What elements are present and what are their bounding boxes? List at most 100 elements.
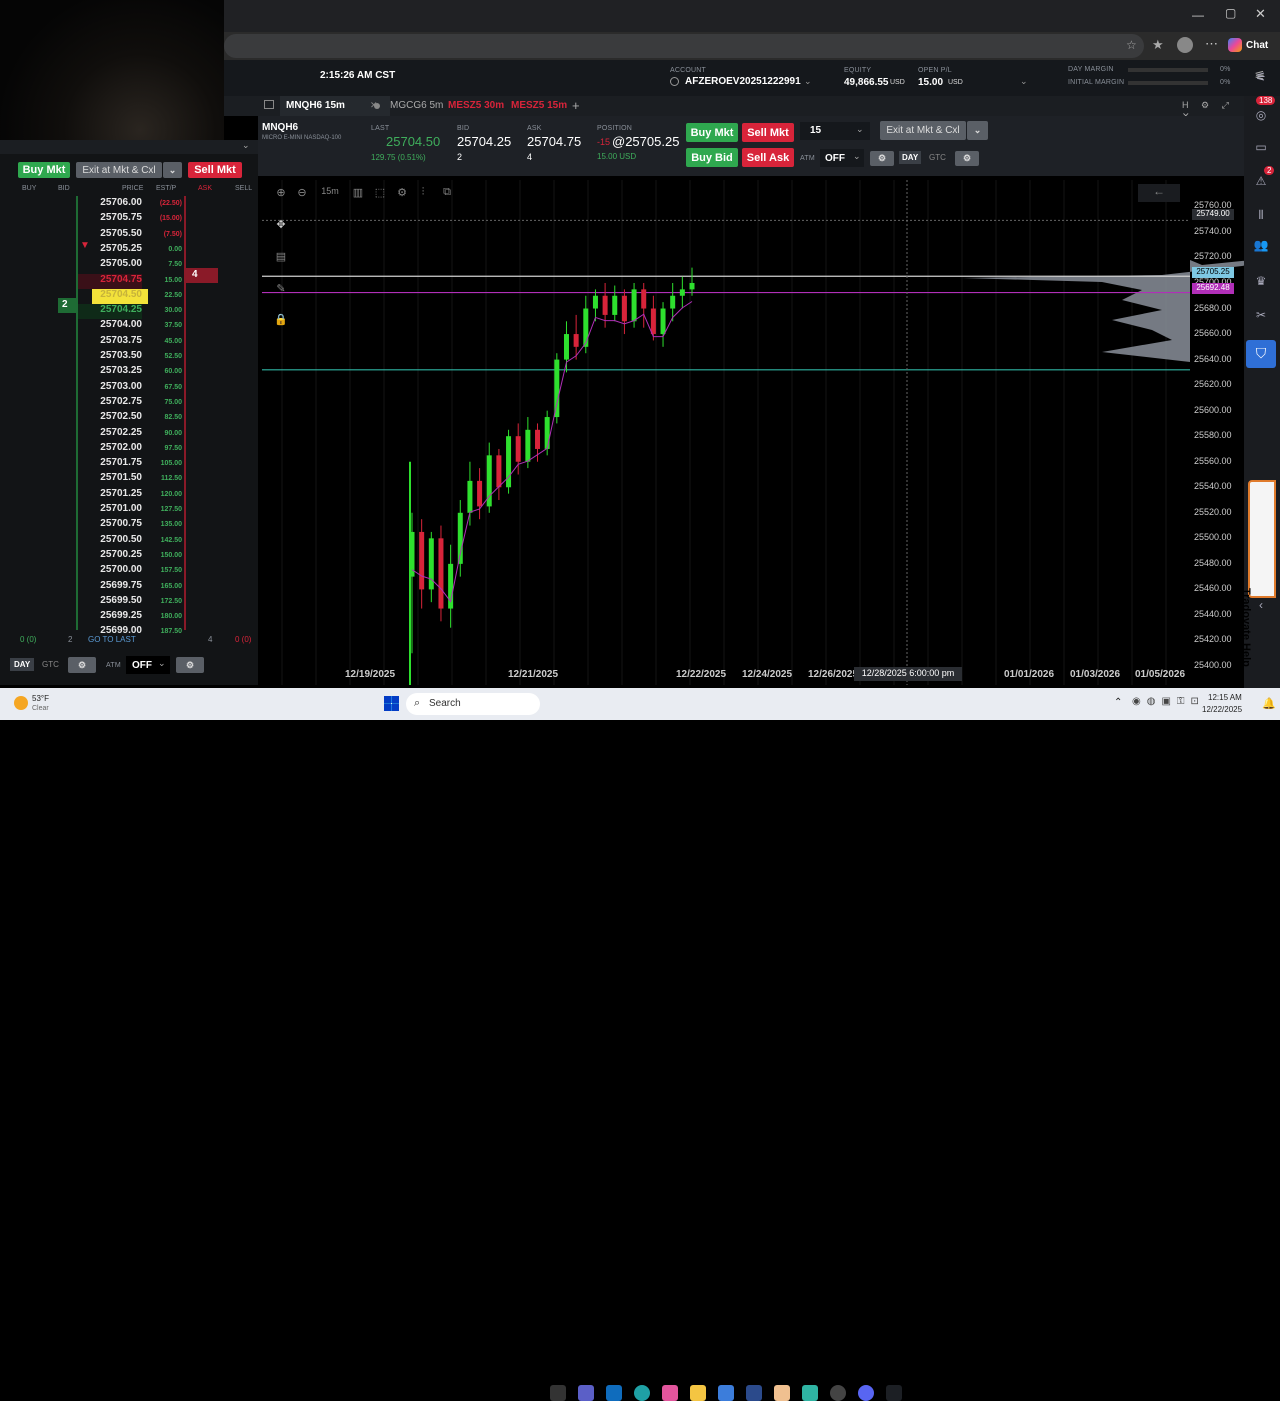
more-icon[interactable]: ⋯: [1205, 36, 1218, 52]
dom-row[interactable]: 25703.75 45.00: [0, 335, 258, 350]
dom-row[interactable]: 25705.50 (7.50): [0, 228, 258, 243]
gear-icon[interactable]: ⚙: [395, 186, 409, 200]
dom-row[interactable]: 25702.50 82.50: [0, 411, 258, 426]
dom-row[interactable]: 25705.75 (15.00): [0, 212, 258, 227]
price-chart[interactable]: [262, 180, 1244, 685]
sell-mkt-button[interactable]: Sell Mkt: [742, 123, 794, 142]
dom-row[interactable]: 25704.75 15.00: [0, 273, 258, 289]
chevron-down-icon[interactable]: ⌄: [242, 140, 250, 151]
weather-temp[interactable]: 53°F: [32, 694, 49, 703]
users-icon[interactable]: 👥: [1252, 238, 1270, 252]
file-explorer-icon[interactable]: [690, 1385, 706, 1401]
tif-gtc[interactable]: GTC: [929, 153, 946, 162]
outlook-icon[interactable]: [606, 1385, 622, 1401]
url-field[interactable]: [224, 34, 1144, 58]
chevron-down-icon[interactable]: ⌄: [1020, 76, 1028, 87]
settings-sliders-icon[interactable]: ⚟: [1252, 70, 1270, 84]
favorites-icon[interactable]: ★: [1152, 37, 1164, 53]
shield-button[interactable]: ⛉: [1246, 340, 1276, 368]
dom-buy-mkt-button[interactable]: Buy Mkt: [18, 162, 70, 178]
tif-settings-button[interactable]: ⚙: [955, 151, 979, 166]
dom-row[interactable]: 25705.00 7.50: [0, 258, 258, 273]
trophy-icon[interactable]: ♛: [1252, 274, 1270, 288]
zoom-in-icon[interactable]: ⊕: [274, 186, 288, 200]
crosshair-tool-icon[interactable]: ✥: [274, 218, 288, 232]
layout-icon[interactable]: ⧉: [440, 186, 454, 200]
dom-row[interactable]: 25703.25 60.00: [0, 365, 258, 380]
close-icon[interactable]: ✕: [1255, 6, 1266, 22]
taskbar-search[interactable]: ⌕ Search: [406, 693, 540, 715]
quantity-select[interactable]: 15 ⌄: [800, 122, 870, 140]
copilot-app-icon[interactable]: [662, 1385, 678, 1401]
tab-mgcg6[interactable]: MGCG6 5m: [390, 100, 443, 111]
chatgpt-icon[interactable]: [830, 1385, 846, 1401]
close-tab-icon[interactable]: ✕: [370, 100, 378, 111]
exit-dropdown-button[interactable]: ⌄: [967, 121, 988, 140]
dom-row[interactable]: 25700.00 157.50: [0, 564, 258, 579]
chat-button[interactable]: Chat: [1228, 35, 1276, 55]
select-icon[interactable]: ⬚: [373, 186, 387, 200]
dom-row[interactable]: 25706.00 (22.50): [0, 197, 258, 212]
dom-tif-day[interactable]: DAY: [10, 658, 35, 671]
chevron-up-icon[interactable]: ⌃: [1114, 697, 1122, 708]
dom-tif-gtc[interactable]: GTC: [42, 660, 59, 669]
dom-row[interactable]: 25699.75 165.00: [0, 580, 258, 595]
dom-row[interactable]: 25701.50 112.50: [0, 472, 258, 487]
atm-settings-button[interactable]: ⚙: [870, 151, 894, 166]
dom-row[interactable]: 25704.25 30.00: [0, 304, 258, 320]
dom-row[interactable]: 25701.75 105.00: [0, 457, 258, 472]
dom-row[interactable]: 25703.50 52.50: [0, 350, 258, 365]
app-icon[interactable]: [774, 1385, 790, 1401]
tools-icon[interactable]: ✂: [1252, 308, 1270, 322]
start-icon[interactable]: [384, 696, 399, 711]
sell-ask-button[interactable]: Sell Ask: [742, 148, 794, 167]
buy-bid-button[interactable]: Buy Bid: [686, 148, 738, 167]
go-to-last-button[interactable]: GO TO LAST: [88, 635, 136, 644]
exit-at-mkt-button[interactable]: Exit at Mkt & Cxl: [880, 121, 966, 140]
maximize-icon[interactable]: ▢: [1225, 6, 1236, 20]
app-icon[interactable]: [802, 1385, 818, 1401]
globe-icon[interactable]: ◎: [1252, 108, 1270, 122]
add-tab-icon[interactable]: +: [572, 98, 580, 113]
help-button[interactable]: Tradovate Help: [1240, 480, 1276, 667]
atm-select[interactable]: OFF ⌄: [820, 149, 864, 167]
discord-icon[interactable]: [858, 1385, 874, 1401]
tool-icon[interactable]: [718, 1385, 734, 1401]
lock-icon[interactable]: 🔒: [274, 313, 288, 327]
dom-row[interactable]: 25701.00 127.50: [0, 503, 258, 518]
interval-icon[interactable]: 15m: [320, 186, 340, 200]
minimize-icon[interactable]: —: [1192, 8, 1204, 22]
chart-canvas[interactable]: [262, 180, 1244, 685]
columns-icon[interactable]: ⫴: [1252, 208, 1270, 222]
indicators-icon[interactable]: ⫶: [416, 186, 430, 200]
tab-mesz5-30[interactable]: MESZ5 30m: [448, 100, 504, 111]
dom-row[interactable]: 25702.75 75.00: [0, 396, 258, 411]
dom-row[interactable]: 25699.25 180.00: [0, 610, 258, 625]
dom-atm-settings-button[interactable]: ⚙: [176, 657, 204, 673]
store-icon[interactable]: [746, 1385, 762, 1401]
dom-row[interactable]: 25704.50 22.50: [0, 288, 258, 305]
tradovate-icon[interactable]: [886, 1385, 902, 1401]
dom-row[interactable]: 25702.00 97.50: [0, 442, 258, 457]
tray-icons[interactable]: ◉◍▣⚿⊡: [1132, 696, 1205, 707]
star-icon[interactable]: ☆: [1126, 38, 1137, 52]
tab-mesz5-15[interactable]: MESZ5 15m: [511, 100, 567, 111]
dom-row[interactable]: 25699.50 172.50: [0, 595, 258, 610]
chat-bubble-icon[interactable]: ▭: [1252, 140, 1270, 154]
dom-row[interactable]: 25700.75 135.00: [0, 518, 258, 533]
chevron-down-icon[interactable]: ⌄: [804, 76, 812, 87]
dom-row[interactable]: 25705.25 0.00: [0, 243, 258, 258]
dom-row[interactable]: 25702.25 90.00: [0, 427, 258, 442]
account-select[interactable]: AFZEROEV20251222991: [685, 76, 801, 87]
edge-icon[interactable]: [634, 1385, 650, 1401]
candle-type-icon[interactable]: ▥: [351, 186, 365, 200]
dom-sell-mkt-button[interactable]: Sell Mkt: [188, 162, 242, 178]
notification-icon[interactable]: 🔔: [1262, 697, 1276, 710]
drawing-tool-icon[interactable]: ▤: [274, 250, 288, 264]
dom-row[interactable]: 25703.00 67.50: [0, 381, 258, 396]
profile-avatar[interactable]: [1177, 37, 1193, 53]
warning-icon[interactable]: ⚠: [1252, 174, 1270, 188]
dom-exit-button[interactable]: Exit at Mkt & Cxl: [76, 162, 162, 178]
dom-exit-dropdown-button[interactable]: ⌄: [163, 162, 182, 178]
pencil-icon[interactable]: ✎: [274, 282, 288, 296]
